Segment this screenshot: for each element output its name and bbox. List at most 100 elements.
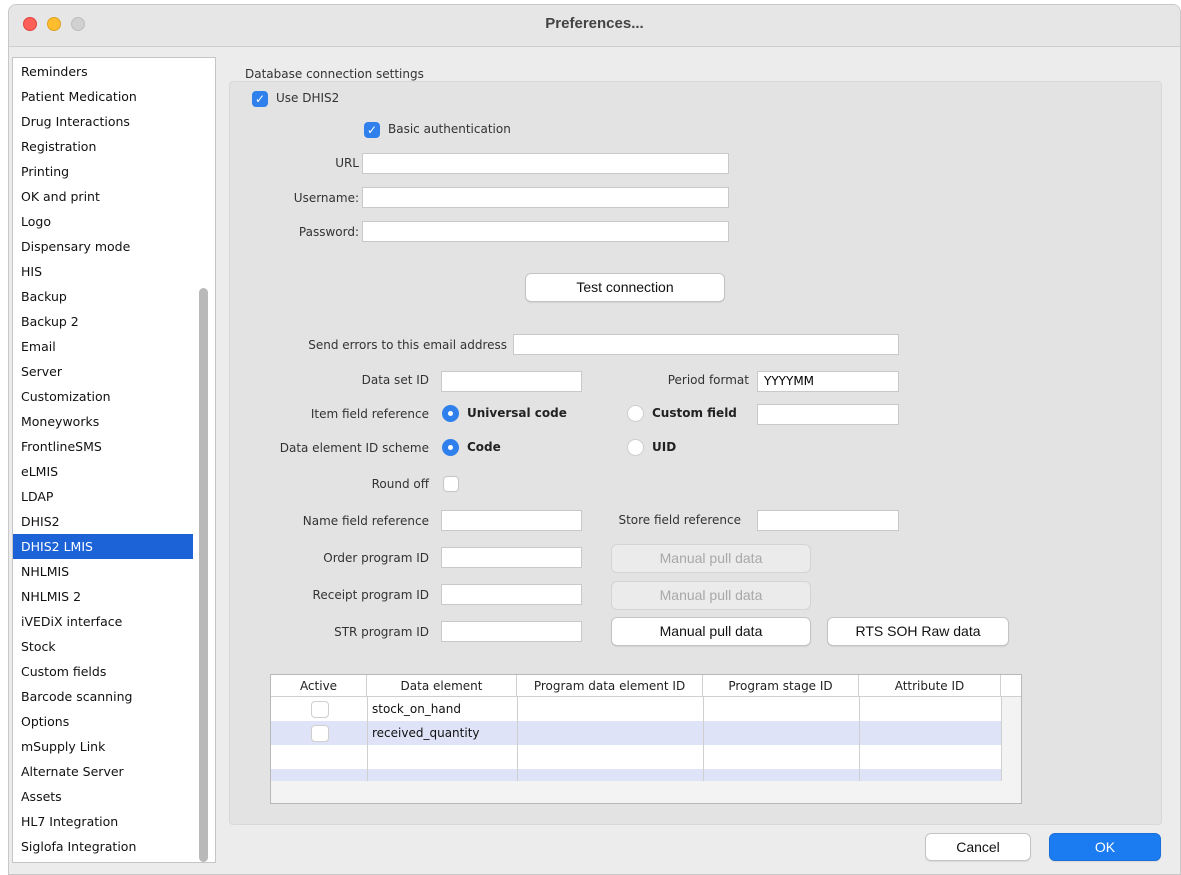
store-field-reference-label: Store field reference [618,513,741,527]
column-divider [859,697,860,781]
receipt-manual-pull-button[interactable]: Manual pull data [611,581,811,610]
custom-field-input[interactable] [757,404,899,425]
url-field[interactable] [362,153,729,174]
round-off-checkbox[interactable] [443,476,459,492]
table-row[interactable]: received_quantity [271,721,1001,745]
sidebar-item-logo[interactable]: Logo [13,209,193,234]
row-program-data-element-id[interactable] [517,721,703,745]
code-label: Code [467,440,501,454]
sidebar-item-email[interactable]: Email [13,334,193,359]
sidebar-item-ivedix-interface[interactable]: iVEDiX interface [13,609,193,634]
column-header-program-stage-id[interactable]: Program stage ID [703,675,859,697]
sidebar-item-frontlinesms[interactable]: FrontlineSMS [13,434,193,459]
username-field[interactable] [362,187,729,208]
sidebar-item-backup[interactable]: Backup [13,284,193,309]
table-header: Active Data element Program data element… [271,675,1021,697]
custom-field-radio[interactable] [627,405,644,422]
sidebar-item-barcode-scanning[interactable]: Barcode scanning [13,684,193,709]
row-attribute-id[interactable] [859,721,1001,745]
row-attribute-id[interactable] [859,697,1001,721]
row-data-element[interactable]: stock_on_hand [367,697,517,721]
column-divider [517,697,518,781]
sidebar-item-nhlmis[interactable]: NHLMIS [13,559,193,584]
use-dhis2-label: Use DHIS2 [276,91,340,105]
data-element-table: Active Data element Program data element… [270,674,1022,804]
sidebar-item-nhlmis-2[interactable]: NHLMIS 2 [13,584,193,609]
item-field-reference-label: Item field reference [310,407,429,421]
use-dhis2-checkbox[interactable]: ✓ [252,91,268,107]
sidebar-item-alternate-server[interactable]: Alternate Server [13,759,193,784]
sidebar-item-elmis[interactable]: eLMIS [13,459,193,484]
str-manual-pull-button[interactable]: Manual pull data [611,617,811,646]
sidebar-item-customization[interactable]: Customization [13,384,193,409]
sidebar-item-backup-2[interactable]: Backup 2 [13,309,193,334]
sidebar-scrollbar-thumb[interactable] [199,288,208,862]
sidebar-item-stock[interactable]: Stock [13,634,193,659]
column-header-attribute-id[interactable]: Attribute ID [859,675,1001,697]
window-title: Preferences... [545,15,644,32]
sidebar-item-patient-medication[interactable]: Patient Medication [13,84,193,109]
ok-button[interactable]: OK [1049,833,1161,861]
sidebar-item-hl7-integration[interactable]: HL7 Integration [13,809,193,834]
sidebar-item-assets[interactable]: Assets [13,784,193,809]
sidebar-item-options[interactable]: Options [13,709,193,734]
username-label: Username: [293,191,359,205]
sidebar-item-drug-interactions[interactable]: Drug Interactions [13,109,193,134]
row-program-data-element-id[interactable] [517,697,703,721]
sidebar-item-dhis2-lmis[interactable]: DHIS2 LMIS [13,534,193,559]
universal-code-radio[interactable] [442,405,459,422]
password-label: Password: [298,225,359,239]
row-program-stage-id[interactable] [703,697,859,721]
str-program-id-field[interactable] [441,621,582,642]
sidebar-item-his[interactable]: HIS [13,259,193,284]
table-row[interactable]: stock_on_hand [271,697,1001,721]
uid-radio[interactable] [627,439,644,456]
sidebar-item-msupply-link[interactable]: mSupply Link [13,734,193,759]
sidebar-item-ldap[interactable]: LDAP [13,484,193,509]
uid-label: UID [652,440,677,454]
row-program-stage-id[interactable] [703,721,859,745]
column-divider [703,697,704,781]
receipt-program-id-label: Receipt program ID [312,588,429,602]
sidebar-item-printing[interactable]: Printing [13,159,193,184]
custom-field-label: Custom field [652,406,737,420]
period-format-field[interactable]: YYYYMM [757,371,899,392]
sidebar-item-reminders[interactable]: Reminders [13,59,193,84]
column-divider [367,697,368,781]
column-header-program-data-element-id[interactable]: Program data element ID [517,675,703,697]
sidebar-item-registration[interactable]: Registration [13,134,193,159]
sidebar-item-dhis2[interactable]: DHIS2 [13,509,193,534]
column-header-data-element[interactable]: Data element [367,675,517,697]
data-set-id-label: Data set ID [361,373,429,387]
data-set-id-field[interactable] [441,371,582,392]
rts-soh-raw-data-button[interactable]: RTS SOH Raw data [827,617,1009,646]
basic-authentication-checkbox[interactable]: ✓ [364,122,380,138]
section-label: Database connection settings [245,67,424,81]
order-program-id-label: Order program ID [323,551,429,565]
name-field-reference-field[interactable] [441,510,582,531]
url-label: URL [335,156,359,170]
column-header-active[interactable]: Active [271,675,367,697]
store-field-reference-field[interactable] [757,510,899,531]
error-email-field[interactable] [513,334,899,355]
period-format-label: Period format [667,373,749,387]
order-program-id-field[interactable] [441,547,582,568]
receipt-program-id-field[interactable] [441,584,582,605]
sidebar-item-server[interactable]: Server [13,359,193,384]
row-data-element[interactable]: received_quantity [367,721,517,745]
sidebar-item-moneyworks[interactable]: Moneyworks [13,409,193,434]
row-active-checkbox[interactable] [311,701,329,718]
name-field-reference-label: Name field reference [302,514,429,528]
order-manual-pull-button[interactable]: Manual pull data [611,544,811,573]
sidebar-item-dispensary-mode[interactable]: Dispensary mode [13,234,193,259]
code-radio[interactable] [442,439,459,456]
row-active-checkbox[interactable] [311,725,329,742]
sidebar-item-ok-and-print[interactable]: OK and print [13,184,193,209]
sidebar-item-siglofa-integration[interactable]: Siglofa Integration [13,834,193,859]
test-connection-button[interactable]: Test connection [525,273,725,302]
table-row-empty [271,769,1001,781]
cancel-button[interactable]: Cancel [925,833,1031,861]
basic-authentication-label: Basic authentication [388,122,511,136]
sidebar-item-custom-fields[interactable]: Custom fields [13,659,193,684]
password-field[interactable] [362,221,729,242]
